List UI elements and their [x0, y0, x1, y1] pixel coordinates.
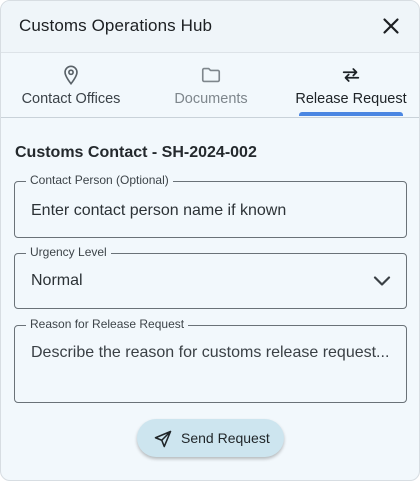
field-label: Urgency Level: [26, 245, 111, 259]
reason-placeholder: Describe the reason for customs release …: [31, 344, 390, 361]
close-icon[interactable]: [379, 14, 403, 38]
folder-icon: [200, 64, 222, 86]
urgency-value: Normal: [31, 272, 83, 289]
tab-active-indicator: [299, 112, 403, 116]
send-request-label: Send Request: [181, 430, 270, 446]
urgency-level-select[interactable]: Urgency Level Normal: [14, 245, 407, 309]
send-icon: [153, 429, 173, 449]
tab-label: Contact Offices: [21, 91, 121, 107]
location-pin-icon: [60, 64, 82, 86]
customs-dialog: Customs Operations Hub Contact Offices D…: [0, 0, 420, 481]
send-request-button[interactable]: Send Request: [137, 419, 284, 457]
dialog-header: Customs Operations Hub: [1, 1, 419, 53]
tab-contact-offices[interactable]: Contact Offices: [11, 53, 131, 117]
dialog-title: Customs Operations Hub: [19, 16, 213, 35]
reason-textarea[interactable]: Reason for Release Request Describe the …: [14, 317, 407, 403]
field-label: Reason for Release Request: [26, 317, 189, 331]
swap-arrows-icon: [340, 64, 362, 86]
tab-documents[interactable]: Documents: [151, 53, 271, 117]
contact-person-field[interactable]: Contact Person (Optional) Enter contact …: [14, 173, 407, 238]
section-title: Customs Contact - SH-2024-002: [15, 144, 257, 161]
tab-label: Documents: [174, 91, 248, 107]
tab-release-request[interactable]: Release Request: [291, 53, 411, 117]
contact-person-placeholder: Enter contact person name if known: [31, 202, 287, 219]
field-label: Contact Person (Optional): [26, 173, 173, 187]
tab-bar: Contact Offices Documents Release Reques…: [1, 53, 419, 118]
chevron-down-icon[interactable]: [372, 271, 392, 291]
tab-label: Release Request: [295, 91, 407, 107]
